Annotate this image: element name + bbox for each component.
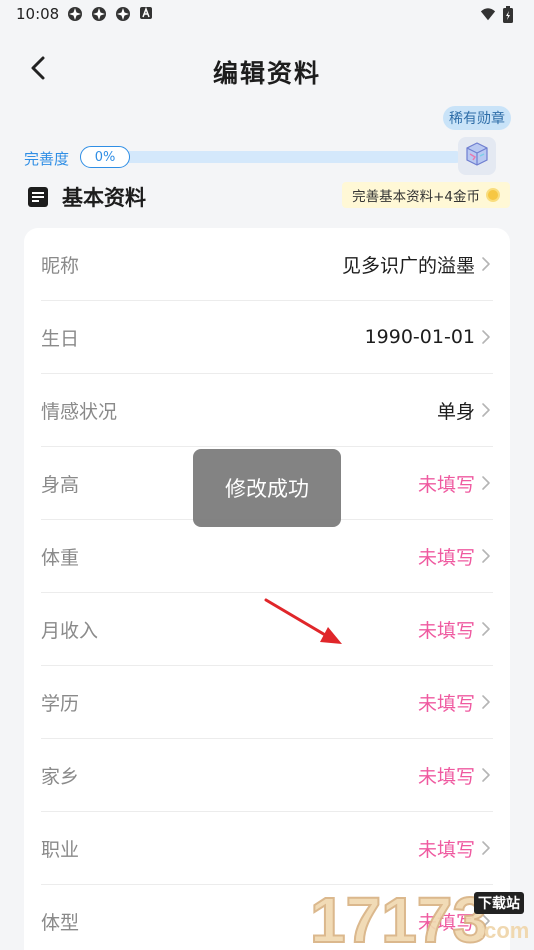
row-value: 未填写	[417, 473, 475, 496]
chevron-right-icon	[479, 474, 493, 492]
document-icon	[26, 185, 50, 209]
rare-medal-tip: 稀有勋章	[443, 106, 511, 130]
profile-row[interactable]: 职业 未填写	[41, 812, 493, 885]
row-label: 身高	[41, 473, 80, 496]
row-value: 未填写	[417, 765, 475, 788]
chevron-right-icon	[479, 328, 493, 346]
chevron-right-icon	[479, 255, 493, 273]
profile-row[interactable]: 家乡 未填写	[41, 739, 493, 812]
medal-button[interactable]	[458, 137, 496, 175]
chevron-right-icon	[479, 766, 493, 784]
watermark-domain: .com	[478, 918, 530, 943]
profile-row[interactable]: 学历 未填写	[41, 666, 493, 739]
row-label: 家乡	[41, 765, 80, 788]
row-value: 未填写	[417, 546, 475, 569]
section-header: 基本资料	[26, 182, 146, 212]
app-icon	[67, 6, 83, 22]
row-label: 生日	[41, 327, 80, 350]
row-label: 学历	[41, 692, 80, 715]
profile-row[interactable]: 生日 1990-01-01	[41, 301, 493, 374]
row-label: 体重	[41, 546, 80, 569]
coin-icon	[486, 188, 500, 202]
status-bar: 10:08	[0, 0, 534, 28]
row-value: 未填写	[417, 838, 475, 861]
profile-card: 昵称 见多识广的溢墨 生日 1990-01-01 情感状况 单身 身高 未填写 体重 未填写 月收入…	[24, 228, 510, 950]
status-time: 10:08	[16, 5, 60, 23]
row-value: 1990-01-01	[364, 326, 475, 348]
completion-label: 完善度	[24, 150, 70, 168]
row-label: 昵称	[41, 254, 80, 277]
medal-cube-icon	[464, 141, 490, 171]
row-value: 未填写	[417, 619, 475, 642]
app-icon	[115, 6, 131, 22]
row-label: 职业	[41, 838, 80, 861]
app-icon	[91, 6, 107, 22]
reward-text: 完善基本资料+4金币	[352, 189, 480, 205]
profile-row[interactable]: 昵称 见多识广的溢墨	[41, 228, 493, 301]
chevron-right-icon	[479, 839, 493, 857]
row-label: 体型	[41, 911, 80, 934]
row-value: 见多识广的溢墨	[341, 254, 475, 277]
chevron-right-icon	[479, 547, 493, 565]
row-value: 未填写	[417, 692, 475, 715]
reward-chip: 完善基本资料+4金币	[342, 182, 510, 208]
toast: 修改成功	[193, 449, 341, 527]
red-arrow-annotation	[264, 598, 342, 644]
watermark-badge: 下载站	[474, 892, 524, 914]
battery-icon	[502, 6, 518, 23]
chevron-right-icon	[479, 620, 493, 638]
row-value: 单身	[436, 400, 475, 423]
completion-progress-bar	[82, 151, 462, 163]
chevron-right-icon	[479, 401, 493, 419]
page-title: 编辑资料	[212, 59, 321, 88]
a-icon	[139, 6, 155, 22]
wifi-icon	[480, 6, 496, 22]
header: 编辑资料	[0, 44, 534, 96]
profile-row[interactable]: 情感状况 单身	[41, 374, 493, 447]
watermark-number: 17173	[310, 884, 488, 950]
section-title: 基本资料	[62, 186, 146, 210]
row-label: 情感状况	[41, 400, 118, 423]
chevron-right-icon	[479, 693, 493, 711]
completion-percent: 0%	[80, 146, 130, 168]
row-label: 月收入	[41, 619, 99, 642]
profile-row[interactable]: 体重 未填写	[41, 520, 493, 593]
